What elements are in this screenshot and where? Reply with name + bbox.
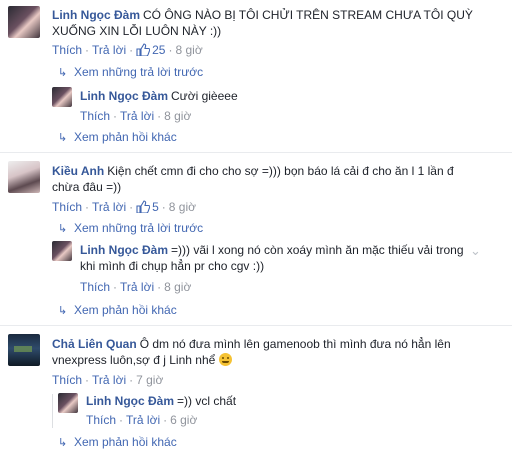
view-previous-replies-label: Xem những trả lời trước — [74, 221, 204, 235]
separator-dot: · — [157, 280, 162, 294]
comment-author-link[interactable]: Chả Liên Quan — [52, 337, 137, 351]
view-more-replies-label: Xem phản hồi khác — [74, 303, 177, 317]
separator-dot: · — [113, 109, 118, 123]
reply-author-link[interactable]: Linh Ngọc Đàm — [86, 394, 174, 408]
timestamp[interactable]: 6 giờ — [170, 413, 197, 427]
separator-dot: · — [85, 200, 90, 214]
separator-dot: · — [161, 200, 166, 214]
reply-link[interactable]: Trả lời — [120, 280, 154, 294]
divider — [0, 325, 512, 326]
separator-dot: · — [85, 43, 90, 57]
reply-link[interactable]: Trả lời — [92, 43, 126, 57]
reply-connector-line — [52, 394, 53, 428]
comment-text: Kiện chết cmn đi cho cho sợ =))) bọn báo… — [52, 164, 454, 194]
separator-dot: · — [168, 43, 173, 57]
reply-arrow-icon: ↳ — [58, 67, 68, 79]
comment-author-link[interactable]: Kiều Anh — [52, 164, 104, 178]
comment-body: Linh Ngọc Đàm CÓ ÔNG NÀO BỊ TÔI CHỬI TRÊN… — [52, 7, 492, 39]
view-previous-replies[interactable]: ↳ Xem những trả lời trước — [58, 221, 203, 236]
like-link[interactable]: Thích — [80, 109, 110, 123]
like-link[interactable]: Thích — [86, 413, 116, 427]
like-link[interactable]: Thích — [52, 200, 82, 214]
like-link[interactable]: Thích — [52, 373, 82, 387]
comment-actions: Thích · Trả lời · 5 · 8 giờ — [52, 200, 196, 214]
reply-link[interactable]: Trả lời — [126, 413, 160, 427]
separator-dot: · — [163, 413, 168, 427]
separator-dot: · — [119, 413, 124, 427]
comment-actions: Thích · Trả lời · 7 giờ — [52, 373, 163, 387]
reply-body: Linh Ngọc Đàm Cười gièeee — [80, 88, 480, 104]
reply-body: Linh Ngọc Đàm =)) vcl chất — [86, 393, 466, 409]
like-count[interactable]: 25 — [136, 43, 165, 57]
reply-text: Cười gièeee — [171, 89, 238, 103]
like-count-value: 5 — [152, 200, 159, 214]
avatar[interactable] — [8, 161, 40, 193]
view-more-replies-label: Xem phản hồi khác — [74, 435, 177, 449]
like-count-value: 25 — [152, 43, 166, 57]
avatar[interactable] — [8, 334, 40, 366]
reply-actions: Thích · Trả lời · 8 giờ — [80, 280, 191, 294]
timestamp[interactable]: 8 giờ — [169, 200, 196, 214]
timestamp[interactable]: 8 giờ — [175, 43, 202, 57]
separator-dot: · — [157, 109, 162, 123]
reply-link[interactable]: Trả lời — [92, 200, 126, 214]
avatar[interactable] — [58, 393, 78, 413]
reply-link[interactable]: Trả lời — [92, 373, 126, 387]
like-count[interactable]: 5 — [136, 200, 159, 214]
reply-author-link[interactable]: Linh Ngọc Đàm — [80, 89, 168, 103]
reply-arrow-icon: ↳ — [58, 132, 68, 144]
timestamp[interactable]: 8 giờ — [164, 109, 191, 123]
avatar[interactable] — [52, 241, 72, 261]
view-more-replies[interactable]: ↳ Xem phản hồi khác — [58, 130, 177, 145]
comment-actions: Thích · Trả lời · 25 · 8 giờ — [52, 43, 203, 57]
timestamp[interactable]: 7 giờ — [136, 373, 163, 387]
comment-author-link[interactable]: Linh Ngọc Đàm — [52, 8, 140, 22]
separator-dot: · — [85, 373, 90, 387]
timestamp[interactable]: 8 giờ — [164, 280, 191, 294]
avatar[interactable] — [8, 6, 40, 38]
divider — [0, 152, 512, 153]
reply-arrow-icon: ↳ — [58, 437, 68, 449]
thumbs-up-icon — [136, 43, 151, 56]
separator-dot: · — [113, 280, 118, 294]
reply-body: Linh Ngọc Đàm =))) vãi l xong nó còn xoáy… — [80, 242, 472, 274]
comment-body: Chả Liên Quan Ô dm nó đưa mình lên gameno… — [52, 336, 472, 368]
separator-dot: · — [129, 200, 134, 214]
view-previous-replies-label: Xem những trả lời trước — [74, 65, 204, 79]
avatar[interactable] — [52, 87, 72, 107]
reply-link[interactable]: Trả lời — [120, 109, 154, 123]
comment-body: Kiều Anh Kiện chết cmn đi cho cho sợ =)))… — [52, 163, 472, 195]
view-more-replies[interactable]: ↳ Xem phản hồi khác — [58, 435, 177, 450]
reply-actions: Thích · Trả lời · 8 giờ — [80, 109, 191, 123]
grin-emoji-icon — [218, 353, 232, 366]
view-more-replies[interactable]: ↳ Xem phản hồi khác — [58, 303, 177, 318]
view-more-replies-label: Xem phản hồi khác — [74, 130, 177, 144]
chevron-down-icon[interactable]: ⌄ — [470, 243, 481, 259]
reply-text: =)) vcl chất — [177, 394, 237, 408]
view-previous-replies[interactable]: ↳ Xem những trả lời trước — [58, 65, 203, 80]
reply-author-link[interactable]: Linh Ngọc Đàm — [80, 243, 168, 257]
reply-arrow-icon: ↳ — [58, 305, 68, 317]
reply-arrow-icon: ↳ — [58, 223, 68, 235]
like-link[interactable]: Thích — [52, 43, 82, 57]
separator-dot: · — [129, 373, 134, 387]
like-link[interactable]: Thích — [80, 280, 110, 294]
reply-actions: Thích · Trả lời · 6 giờ — [86, 413, 197, 427]
thumbs-up-icon — [136, 200, 151, 213]
separator-dot: · — [129, 43, 134, 57]
